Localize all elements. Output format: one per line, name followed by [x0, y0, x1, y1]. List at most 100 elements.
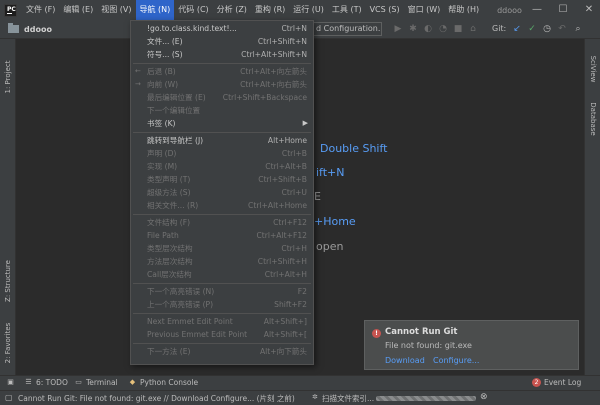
menu-run[interactable]: 运行 (U): [289, 0, 328, 20]
menu-item-label: 下一个高亮错误 (N): [147, 287, 215, 296]
menu-item-related-files[interactable]: 相关文件... (R) Ctrl+Alt+Home: [131, 199, 313, 212]
configure-link[interactable]: Configure...: [433, 356, 479, 365]
menu-item-super-method[interactable]: 超级方法 (S) Ctrl+U: [131, 186, 313, 199]
search-icon[interactable]: ⌕: [572, 23, 584, 35]
debug-icon[interactable]: ✱: [407, 23, 419, 35]
git-commit-icon[interactable]: ✓: [526, 23, 538, 35]
menu-item-shortcut: Ctrl+Alt+B: [265, 162, 307, 171]
tab-project[interactable]: 1: Project: [0, 47, 16, 107]
indexing-progress-bar: [376, 396, 476, 401]
git-update-icon[interactable]: ↙: [511, 23, 523, 35]
breadcrumb-project[interactable]: ddooo: [24, 25, 52, 34]
stop-icon[interactable]: ■: [452, 23, 464, 35]
run-configuration-dropdown[interactable]: d Configuration...: [312, 22, 382, 36]
run-icon[interactable]: ▶: [392, 23, 404, 35]
maximize-icon[interactable]: ☐: [550, 0, 576, 20]
tool-window-todo[interactable]: ☰ 6: TODO: [24, 378, 68, 387]
menu-item-label: 向前 (W): [147, 80, 179, 89]
minimize-icon[interactable]: —: [524, 0, 550, 20]
menu-item-label: 下一方法 (E): [147, 347, 191, 356]
app-logo-icon: PC: [4, 3, 17, 17]
menu-item-next-edit-location[interactable]: 下一个编辑位置: [131, 104, 313, 117]
notification-title: Cannot Run Git: [385, 327, 458, 337]
menu-item-previous-error[interactable]: 上一个高亮错误 (P) Shift+F2: [131, 298, 313, 311]
menu-item-file[interactable]: 文件... (E) Ctrl+Shift+N: [131, 35, 313, 48]
menu-item-forward[interactable]: → 向前 (W) Ctrl+Alt+向右箭头: [131, 78, 313, 91]
menu-vcs[interactable]: VCS (S): [366, 0, 404, 20]
notification-balloon: ! Cannot Run Git File not found: git.exe…: [364, 320, 579, 370]
download-link[interactable]: Download: [385, 356, 425, 365]
terminal-icon: ▭: [75, 378, 82, 386]
arrow-left-icon: ←: [135, 67, 141, 75]
menu-item-previous-emmet-edit-point[interactable]: Previous Emmet Edit Point Alt+Shift+[: [131, 328, 313, 341]
menu-item-shortcut: Alt+向下箭头: [259, 347, 307, 356]
menu-analyze[interactable]: 分析 (Z): [213, 0, 251, 20]
tool-window-event-log[interactable]: 2 Event Log: [532, 378, 581, 387]
tab-favorites[interactable]: 2: Favorites: [0, 315, 16, 371]
menu-item-jump-to-navbar[interactable]: 跳转到导航栏 (J) Alt+Home: [131, 134, 313, 147]
cancel-indexing-icon[interactable]: ⊗: [480, 392, 488, 402]
menu-window[interactable]: 窗口 (W): [404, 0, 445, 20]
menu-item-shortcut: Ctrl+Shift+N: [257, 37, 307, 46]
indexing-status: 扫描文件索引...: [322, 394, 375, 403]
menu-item-shortcut: Alt+Shift+[: [263, 330, 307, 339]
git-history-icon[interactable]: ◷: [541, 23, 553, 35]
menu-separator: [133, 132, 311, 133]
menu-file[interactable]: 文件 (F): [22, 0, 59, 20]
window-title: ddooo: [497, 5, 522, 15]
menu-item-last-edit-location[interactable]: 最后编辑位置 (E) Ctrl+Shift+Backspace: [131, 91, 313, 104]
menu-separator: [133, 63, 311, 64]
menu-bar: PC 文件 (F) 编辑 (E) 视图 (V) 导航 (N) 代码 (C) 分析…: [0, 0, 600, 20]
menu-item-declaration[interactable]: 声明 (D) Ctrl+B: [131, 147, 313, 160]
status-toggle-icon[interactable]: ▢: [5, 393, 13, 402]
git-rollback-icon[interactable]: ↶: [556, 23, 568, 35]
tool-window-terminal[interactable]: ▭ Terminal: [74, 378, 118, 387]
menu-item-shortcut: Ctrl+N: [281, 24, 307, 33]
menu-item-previous-method[interactable]: [131, 358, 313, 364]
menu-item-label: Previous Emmet Edit Point: [147, 330, 248, 339]
menu-item-label: 跳转到导航栏 (J): [147, 136, 204, 145]
menu-separator: [133, 343, 311, 344]
status-message[interactable]: Cannot Run Git: File not found: git.exe …: [18, 393, 295, 404]
menu-navigate[interactable]: 导航 (N): [135, 0, 175, 20]
attach-icon[interactable]: ⌂: [467, 23, 479, 35]
menu-item-call-hierarchy[interactable]: Call层次结构 Ctrl+Alt+H: [131, 268, 313, 281]
menu-edit[interactable]: 编辑 (E): [59, 0, 97, 20]
menu-item-label: Next Emmet Edit Point: [147, 317, 233, 326]
menu-item-bookmarks[interactable]: 书签 (K) ▶: [131, 117, 313, 130]
tab-structure[interactable]: Z: Structure: [0, 251, 16, 311]
menu-item-label: File Path: [147, 231, 179, 240]
menu-item-shortcut: Ctrl+H: [281, 244, 307, 253]
menu-item-shortcut: F2: [297, 287, 307, 296]
right-tool-stripe: SciView Database: [584, 39, 600, 375]
menu-item-next-error[interactable]: 下一个高亮错误 (N) F2: [131, 285, 313, 298]
menu-item-type-hierarchy[interactable]: 类型层次结构 Ctrl+H: [131, 242, 313, 255]
menu-item-shortcut: Ctrl+Alt+F12: [256, 231, 307, 240]
layout-toggle-icon[interactable]: ▣: [6, 378, 18, 387]
tool-window-python-console[interactable]: ◆ Python Console: [128, 378, 198, 387]
menu-help[interactable]: 帮助 (H): [444, 0, 483, 20]
coverage-icon[interactable]: ◐: [422, 23, 434, 35]
event-log-label: Event Log: [544, 378, 582, 387]
menu-view[interactable]: 视图 (V): [97, 0, 135, 20]
menu-tools[interactable]: 工具 (T): [328, 0, 366, 20]
tab-database[interactable]: Database: [585, 95, 600, 143]
folder-icon: [8, 23, 19, 33]
python-console-label: Python Console: [140, 378, 199, 387]
menu-refactor[interactable]: 重构 (R): [251, 0, 289, 20]
menu-item-file-path[interactable]: File Path Ctrl+Alt+F12: [131, 229, 313, 242]
tab-sciview[interactable]: SciView: [585, 47, 600, 91]
menu-item-file-structure[interactable]: 文件结构 (F) Ctrl+F12: [131, 216, 313, 229]
menu-item-next-method[interactable]: 下一方法 (E) Alt+向下箭头: [131, 345, 313, 358]
menu-item-symbol[interactable]: 符号... (S) Ctrl+Alt+Shift+N: [131, 48, 313, 61]
menu-item-back[interactable]: ← 后退 (B) Ctrl+Alt+向左箭头: [131, 65, 313, 78]
menu-item-implementation[interactable]: 实现 (M) Ctrl+Alt+B: [131, 160, 313, 173]
menu-item-go-to-class[interactable]: !go.to.class.kind.text!... Ctrl+N: [131, 22, 313, 35]
menu-item-label: 下一个编辑位置: [147, 106, 201, 115]
menu-item-method-hierarchy[interactable]: 方法层次结构 Ctrl+Shift+H: [131, 255, 313, 268]
menu-code[interactable]: 代码 (C): [174, 0, 212, 20]
menu-item-next-emmet-edit-point[interactable]: Next Emmet Edit Point Alt+Shift+]: [131, 315, 313, 328]
profile-icon[interactable]: ◔: [437, 23, 449, 35]
menu-item-type-declaration[interactable]: 类型声明 (T) Ctrl+Shift+B: [131, 173, 313, 186]
close-icon[interactable]: ✕: [576, 0, 600, 20]
